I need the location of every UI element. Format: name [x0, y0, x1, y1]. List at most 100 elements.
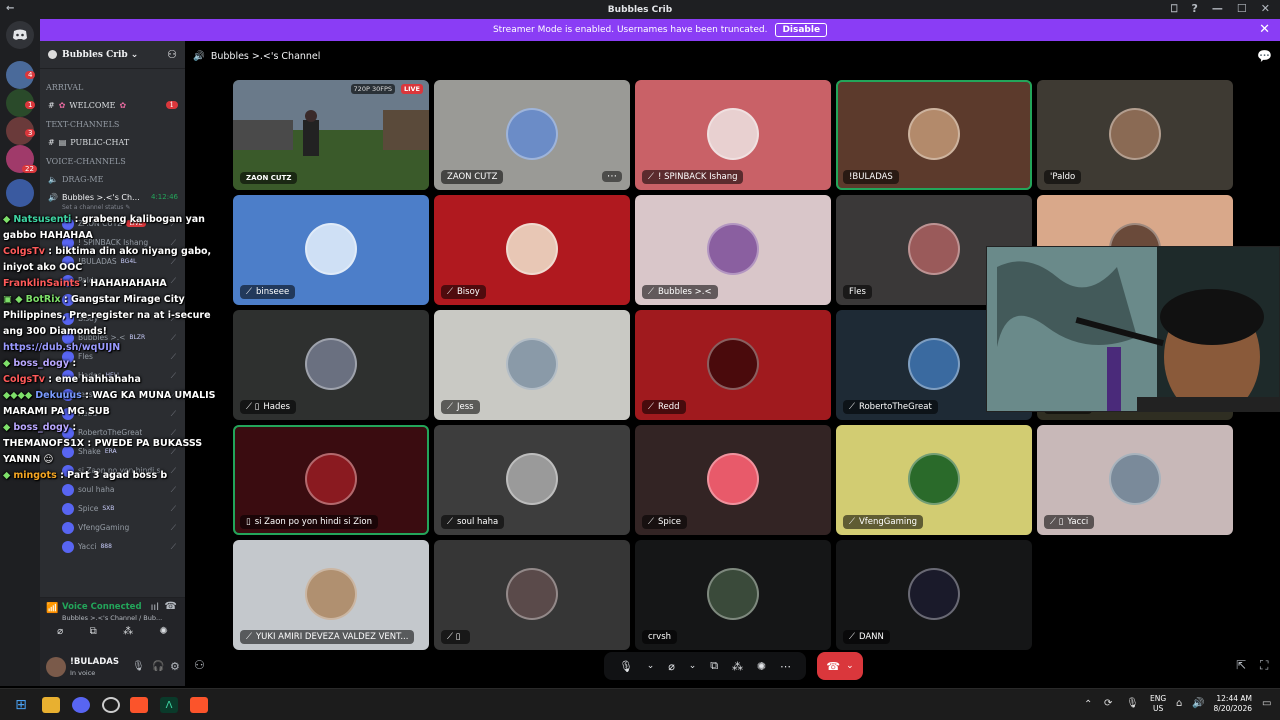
participant-label: ⟋ VfengGaming — [843, 515, 923, 529]
participant-tile[interactable]: ⟋ Redd — [635, 310, 831, 420]
brave-icon[interactable] — [130, 697, 148, 713]
noise-suppression-icon[interactable]: ııl — [151, 602, 159, 613]
voice-connected-channel[interactable]: Bubbles >.<'s Channel / Bub... — [62, 614, 162, 622]
channel-label: DRAG-ME — [61, 174, 104, 184]
channel-bubbles[interactable]: 🔊 Bubbles >.<'s Ch... 4:12:46 — [48, 189, 178, 205]
camera-off-icon[interactable]: ⌀ — [668, 660, 675, 673]
stream-tile[interactable]: 720P 30FPS LIVE ZAON CUTZ — [233, 80, 429, 190]
chat-username: mingots — [13, 470, 57, 481]
notification-icon[interactable]: ▭ — [1262, 698, 1271, 709]
invite-icon[interactable]: ⚇ — [194, 658, 205, 672]
voice-connected-status[interactable]: Voice Connected — [62, 602, 142, 612]
add-user-icon[interactable]: ⚇ — [167, 48, 177, 61]
camera-off-icon[interactable]: ⌀ — [57, 626, 63, 642]
voice-user[interactable]: Yacci 888 ⟋ — [62, 538, 180, 555]
maximize-button[interactable]: ☐ — [1237, 2, 1247, 16]
participant-tile[interactable]: ⟋ YUKI AMIRI DEVEZA VALDEZ VENT... — [233, 540, 429, 650]
voice-user[interactable]: VfengGaming ⟋ — [62, 519, 180, 536]
category-voice[interactable]: VOICE-CHANNELS — [46, 157, 126, 166]
speaker-icon: 🔈 — [48, 174, 58, 184]
activity-icon[interactable]: ⁂ — [123, 626, 133, 642]
participant-name: Spice — [657, 517, 682, 527]
category-arrival[interactable]: ARRIVAL — [46, 83, 83, 92]
close-window-button[interactable]: ✕ — [1261, 2, 1270, 16]
chevron-down-icon[interactable]: ⌄ — [846, 661, 854, 671]
discord-home-icon[interactable] — [6, 21, 34, 49]
fullscreen-icon[interactable]: ⛶ — [1260, 658, 1268, 673]
hang-up-button[interactable]: ☎ ⌄ — [817, 652, 863, 680]
participant-tile[interactable]: ⟋ soul haha — [434, 425, 630, 535]
participant-tile[interactable]: ⟋ DANN — [836, 540, 1032, 650]
channel-welcome[interactable]: # ✿ WELCOME ✿ 1 — [48, 97, 178, 113]
app-icon[interactable]: Λ — [160, 697, 178, 713]
avatar[interactable] — [46, 657, 66, 677]
participant-tile[interactable]: ⟋! SPINBACK Ishang — [635, 80, 831, 190]
brave-icon[interactable] — [190, 697, 208, 713]
gear-icon[interactable]: ⚙ — [170, 660, 180, 673]
soundboard-icon[interactable]: ✺ — [757, 660, 766, 673]
sync-icon[interactable]: ⟳ — [1104, 698, 1112, 709]
chevron-down-icon[interactable]: ⌄ — [689, 661, 697, 671]
participant-tile[interactable]: ⋯ ZAON CUTZ — [434, 80, 630, 190]
participant-tile[interactable]: ▯ si Zaon po yon hindi si Zion — [233, 425, 429, 535]
participant-tile[interactable]: ⟋ ▯ Yacci — [1037, 425, 1233, 535]
participant-tile[interactable]: ⟋ Spice — [635, 425, 831, 535]
participant-tile[interactable]: ⟋ Bubbles >.< — [635, 195, 831, 305]
more-icon[interactable]: ⋯ — [780, 660, 791, 673]
participant-tile[interactable]: ⟋ binseee — [233, 195, 429, 305]
signal-icon[interactable]: 📶 — [46, 603, 58, 614]
popout-icon[interactable]: ⇱ — [1236, 658, 1246, 672]
disable-button[interactable]: Disable — [775, 23, 828, 37]
activity-icon[interactable]: ⁂ — [732, 660, 743, 673]
headset-icon[interactable]: 🎧 — [152, 661, 164, 672]
discord-icon[interactable] — [72, 697, 90, 713]
participant-tile[interactable]: ⟋ ▯ Hades — [233, 310, 429, 420]
chat-link[interactable]: https://dub.sh/wqUIJN — [3, 342, 120, 353]
window-title: Bubbles Crib — [607, 4, 673, 15]
avatar — [707, 108, 759, 160]
participant-tile[interactable]: ⟋ ▯ — [434, 540, 630, 650]
soundboard-icon[interactable]: ✺ — [159, 626, 167, 642]
banner-close-icon[interactable]: ✕ — [1259, 22, 1270, 37]
windows-start-icon[interactable]: ⊞ — [12, 697, 30, 713]
server-header[interactable]: Bubbles Crib ⌄ ⚇ — [40, 41, 185, 69]
clock[interactable]: 12:44 AM 8/20/2026 — [1210, 694, 1252, 714]
network-icon[interactable]: ⌂ — [1176, 698, 1182, 709]
minimize-button[interactable]: — — [1212, 2, 1223, 16]
participant-tile[interactable]: 'Paldo — [1037, 80, 1233, 190]
mic-icon[interactable]: 🎙 — [132, 661, 145, 672]
participant-tile[interactable]: ⟋ Bisoy — [434, 195, 630, 305]
participant-tile[interactable]: ⟋ Jess — [434, 310, 630, 420]
chevron-down-icon[interactable]: ⌄ — [647, 661, 655, 671]
participant-tile[interactable]: !BULADAS — [836, 80, 1032, 190]
disconnect-icon[interactable]: ☎ — [165, 601, 177, 612]
help-icon[interactable]: ? — [1192, 2, 1198, 16]
inbox-icon[interactable]: ⎕ — [1171, 2, 1178, 16]
more-options-icon[interactable]: ⋯ — [602, 171, 622, 182]
chat-icon[interactable]: 💬 — [1257, 49, 1272, 63]
language-indicator[interactable]: ENG US — [1150, 694, 1166, 714]
category-text[interactable]: TEXT-CHANNELS — [46, 120, 119, 129]
channel-drag-me[interactable]: 🔈 DRAG-ME — [48, 171, 178, 187]
user-name[interactable]: !BULADAS — [70, 657, 119, 667]
file-explorer-icon[interactable] — [42, 697, 60, 713]
mic-icon[interactable]: 🎙 — [619, 660, 633, 673]
mic-tray-icon[interactable]: 🎙 — [1126, 698, 1139, 709]
obs-icon[interactable] — [102, 697, 120, 713]
channel-label: Bubbles >.<'s Ch... — [61, 192, 140, 202]
channel-public-chat[interactable]: # ▤ PUBLIC-CHAT — [48, 134, 178, 150]
screen-share-icon[interactable]: ⧉ — [710, 659, 718, 673]
participant-tile[interactable]: ⟋ VfengGaming — [836, 425, 1032, 535]
avatar — [1109, 108, 1161, 160]
voice-user[interactable]: Spice SXB ⟋ — [62, 500, 180, 517]
mute-icon: ⟋ — [170, 484, 176, 494]
screen-share-icon[interactable]: ⧉ — [90, 626, 97, 642]
participant-tile[interactable]: crvsh — [635, 540, 831, 650]
server-icon[interactable] — [6, 179, 34, 207]
volume-icon[interactable]: 🔊 — [1192, 698, 1204, 709]
tray-chevron-icon[interactable]: ⌃ — [1084, 699, 1092, 710]
back-arrow-icon[interactable]: ← — [6, 3, 14, 14]
participant-name: Yacci — [1067, 517, 1089, 527]
live-badge: LIVE — [400, 84, 423, 94]
channel-status-input[interactable]: Set a channel status ✎ — [62, 204, 130, 211]
